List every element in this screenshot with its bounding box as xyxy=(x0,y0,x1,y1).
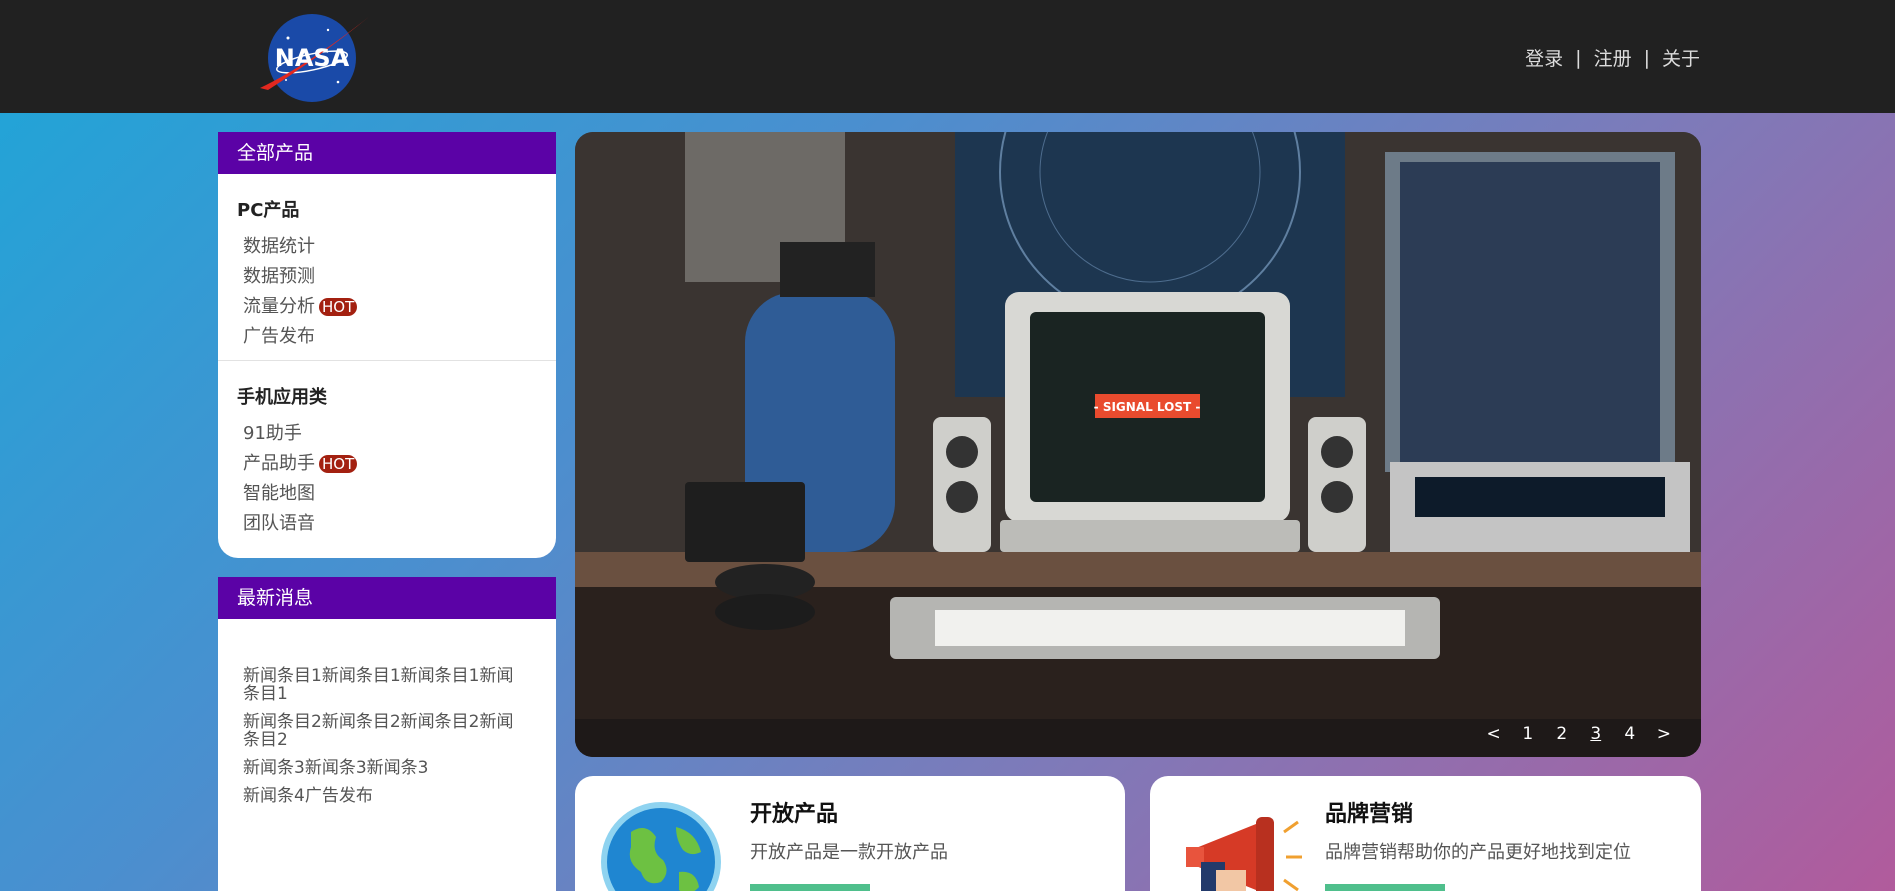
news-item[interactable]: 新闻条目1新闻条目1新闻条目1新闻条目1 xyxy=(243,667,526,703)
card-description: 开放产品是一款开放产品 xyxy=(750,842,948,863)
hot-badge: HOT xyxy=(319,455,358,473)
group-title-pc: PC产品 xyxy=(237,200,300,221)
carousel-pager: < 1 2 3 4 > xyxy=(575,719,1701,757)
product-item[interactable]: 流量分析 HOT xyxy=(243,292,556,322)
news-list: 新闻条目1新闻条目1新闻条目1新闻条目1 新闻条目2新闻条目2新闻条目2新闻条目… xyxy=(218,619,556,805)
card-brand-marketing[interactable]: 品牌营销 品牌营销帮助你的产品更好地找到定位 xyxy=(1150,776,1701,891)
product-item-label: 91助手 xyxy=(243,423,302,444)
card-title: 品牌营销 xyxy=(1325,802,1414,827)
product-item-label: 数据预测 xyxy=(243,266,315,287)
megaphone-icon xyxy=(1176,802,1306,891)
products-panel: 全部产品 PC产品 数据统计 数据预测 流量分析 HOT 广告发布 手机应用类 9… xyxy=(218,132,556,558)
pc-product-list: 数据统计 数据预测 流量分析 HOT 广告发布 xyxy=(218,232,556,352)
top-nav: 登录 | 注册 | 关于 xyxy=(1525,44,1700,71)
news-item[interactable]: 新闻条目2新闻条目2新闻条目2新闻条目2 xyxy=(243,713,526,749)
carousel-next-button[interactable]: > xyxy=(1657,724,1671,744)
signal-lost-text: - SIGNAL LOST - xyxy=(1094,400,1201,414)
product-item[interactable]: 团队语音 xyxy=(243,509,556,539)
product-item[interactable]: 产品助手 HOT xyxy=(243,449,556,479)
product-item[interactable]: 数据统计 xyxy=(243,232,556,262)
nasa-logo[interactable]: NASA xyxy=(258,10,374,106)
product-item-label: 流量分析 xyxy=(243,296,315,317)
product-item-label: 智能地图 xyxy=(243,483,315,504)
carousel-page-1[interactable]: 1 xyxy=(1521,724,1535,744)
product-item[interactable]: 91助手 xyxy=(243,419,556,449)
carousel-page-4[interactable]: 4 xyxy=(1623,724,1637,744)
group-title-mobile: 手机应用类 xyxy=(237,387,327,408)
logo-text: NASA xyxy=(275,44,350,72)
product-item[interactable]: 智能地图 xyxy=(243,479,556,509)
mobile-product-list: 91助手 产品助手 HOT 智能地图 团队语音 xyxy=(218,419,556,539)
carousel-nav: < 1 2 3 4 > xyxy=(1487,724,1672,744)
product-item-label: 广告发布 xyxy=(243,326,315,347)
hot-badge: HOT xyxy=(319,298,358,316)
login-link[interactable]: 登录 xyxy=(1525,44,1563,71)
carousel-page-3[interactable]: 3 xyxy=(1589,724,1603,744)
card-open-product[interactable]: 开放产品 开放产品是一款开放产品 xyxy=(575,776,1125,891)
product-item-label: 数据统计 xyxy=(243,236,315,257)
hero-carousel[interactable]: - SIGNAL LOST - < 1 2 3 4 > xyxy=(575,132,1701,757)
news-panel: 最新消息 新闻条目1新闻条目1新闻条目1新闻条目1 新闻条目2新闻条目2新闻条目… xyxy=(218,577,556,891)
about-link[interactable]: 关于 xyxy=(1662,44,1700,71)
top-bar: NASA 登录 | 注册 | 关于 xyxy=(0,0,1895,113)
carousel-prev-button[interactable]: < xyxy=(1487,724,1501,744)
news-panel-title: 最新消息 xyxy=(218,577,556,619)
card-button[interactable] xyxy=(750,884,870,891)
carousel-page-2[interactable]: 2 xyxy=(1555,724,1569,744)
card-button[interactable] xyxy=(1325,884,1445,891)
product-item-label: 团队语音 xyxy=(243,513,315,534)
register-link[interactable]: 注册 xyxy=(1594,44,1632,71)
product-item[interactable]: 广告发布 xyxy=(243,322,556,352)
products-panel-title: 全部产品 xyxy=(218,132,556,174)
card-title: 开放产品 xyxy=(750,802,839,827)
news-item[interactable]: 新闻条4广告发布 xyxy=(243,787,526,805)
product-item-label: 产品助手 xyxy=(243,453,315,474)
nav-separator: | xyxy=(1643,46,1650,69)
carousel-image: - SIGNAL LOST - xyxy=(575,132,1701,757)
news-item[interactable]: 新闻条3新闻条3新闻条3 xyxy=(243,759,526,777)
card-description: 品牌营销帮助你的产品更好地找到定位 xyxy=(1325,842,1631,863)
product-item[interactable]: 数据预测 xyxy=(243,262,556,292)
nav-separator: | xyxy=(1575,46,1582,69)
globe-icon xyxy=(601,802,721,891)
nasa-logo-icon: NASA xyxy=(260,14,370,102)
